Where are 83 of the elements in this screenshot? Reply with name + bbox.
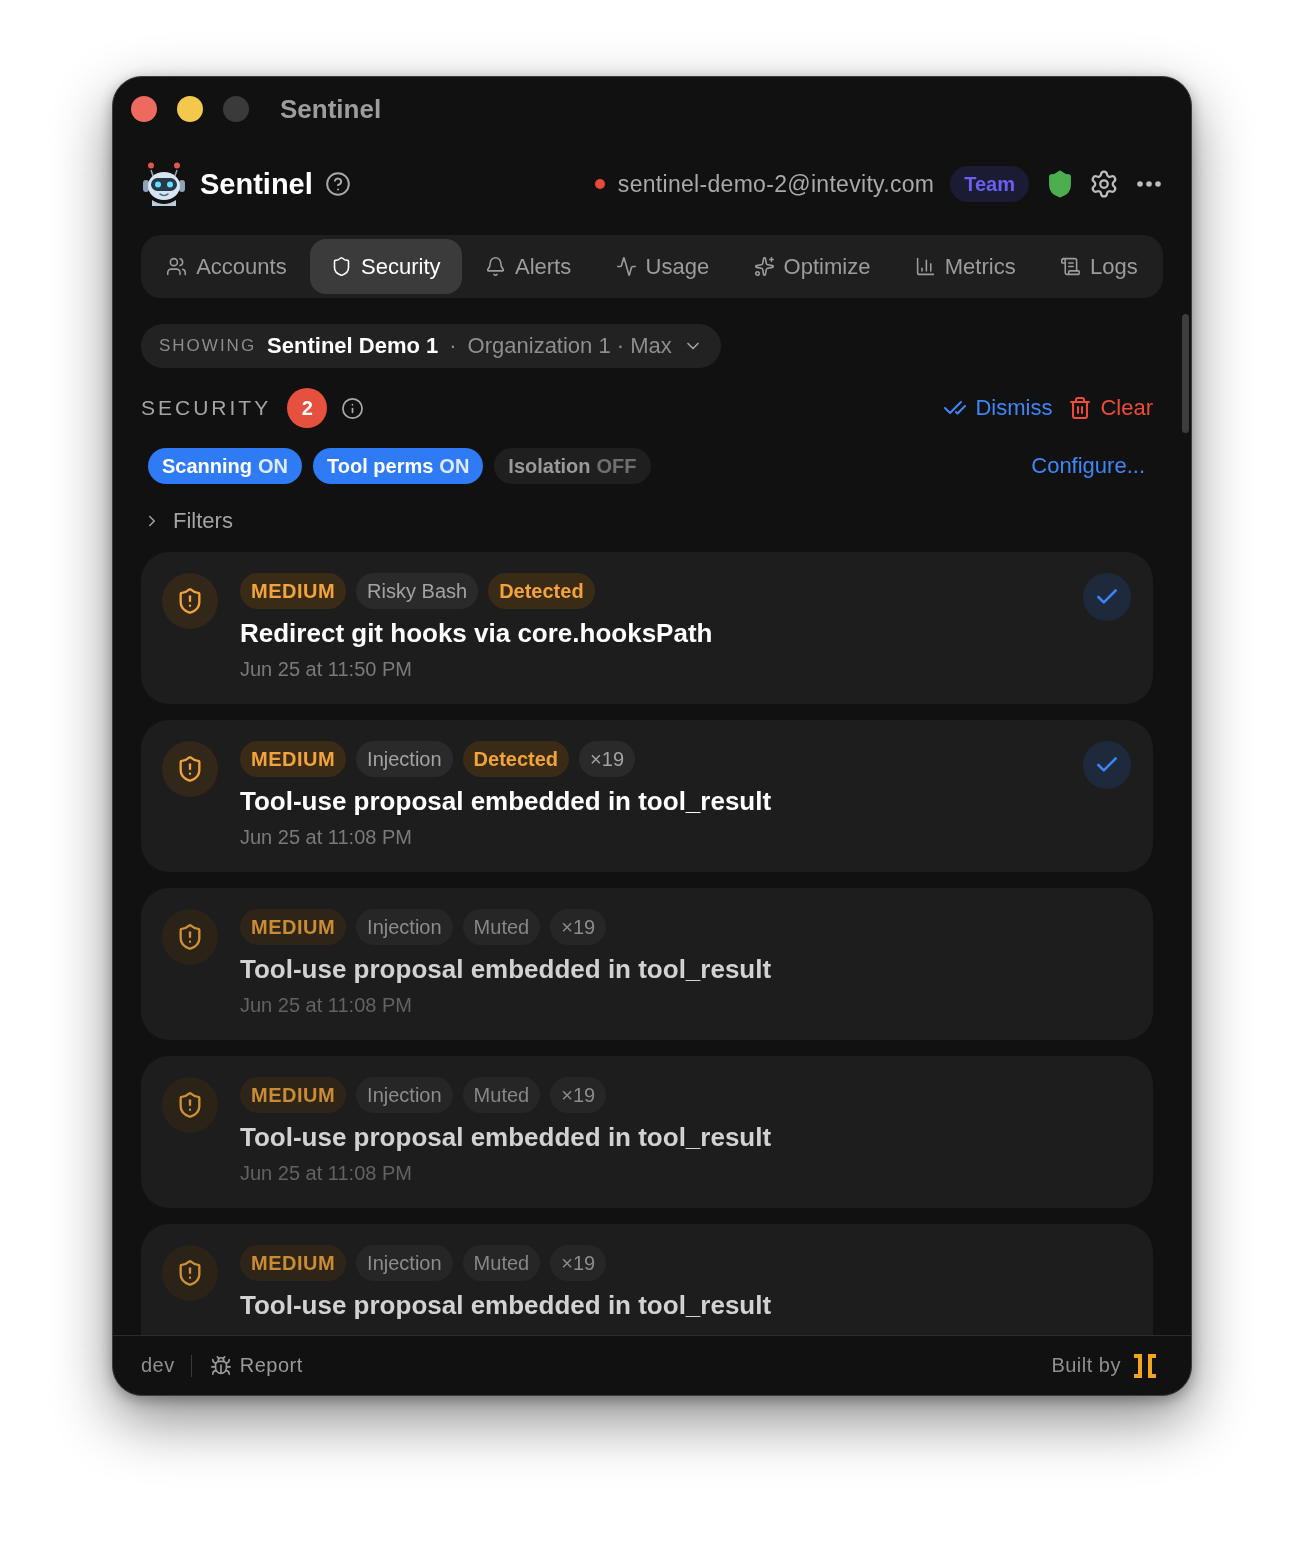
severity-badge: MEDIUM xyxy=(240,909,347,945)
toggle-pill[interactable]: Scanning ON xyxy=(148,448,302,484)
help-button[interactable] xyxy=(324,171,351,197)
acknowledge-button[interactable] xyxy=(1083,573,1131,621)
alert-card[interactable]: MEDIUM Injection Muted ×19 Tool-use proposal embedded in tool_result Jun 25 at 11:08 PM xyxy=(141,888,1153,1040)
category-tag: Injection xyxy=(356,1077,453,1113)
scrollbar-thumb[interactable] xyxy=(1182,314,1189,433)
tab[interactable]: Logs xyxy=(1038,239,1159,294)
status-dot-icon xyxy=(594,179,605,189)
window-title: Sentinel xyxy=(280,93,382,125)
status-tag: Detected xyxy=(462,741,570,777)
configure-link[interactable]: Configure... xyxy=(1031,453,1145,479)
tab[interactable]: Alerts xyxy=(463,239,593,294)
account-email: sentinel-demo-2@intevity.com xyxy=(617,170,935,198)
plan-badge: Team xyxy=(950,166,1029,202)
info-icon xyxy=(341,396,365,420)
sparkles-icon xyxy=(753,256,775,277)
bell-icon xyxy=(484,256,506,277)
count-badge: ×19 xyxy=(579,741,636,777)
alert-time: Jun 25 at 11:08 PM xyxy=(240,1161,413,1186)
alert-time: Jun 25 at 11:08 PM xyxy=(240,825,413,850)
close-window-button[interactable] xyxy=(131,96,157,122)
toggle-pill[interactable]: Isolation OFF xyxy=(494,448,651,484)
count-badge: ×19 xyxy=(550,909,607,945)
clear-button[interactable]: Clear xyxy=(1068,395,1153,421)
alert-title: Redirect git hooks via core.hooksPath xyxy=(240,617,714,649)
category-tag: Injection xyxy=(356,741,453,777)
alert-time: Jun 25 at 11:08 PM xyxy=(240,993,413,1018)
count-badge: 2 xyxy=(287,388,328,428)
alert-title: Tool-use proposal embedded in tool_result xyxy=(240,785,773,817)
acknowledge-button[interactable] xyxy=(1083,741,1131,789)
alert-card[interactable]: MEDIUM Injection Muted ×19 Tool-use proposal embedded in tool_result xyxy=(141,1224,1153,1335)
dismiss-button[interactable]: Dismiss xyxy=(943,395,1053,421)
alert-card[interactable]: MEDIUM Risky Bash Detected Redirect git hooks via core.hooksPath Jun 25 at 11:50 PM xyxy=(141,552,1153,704)
shield-alert-icon xyxy=(162,573,218,629)
tab[interactable]: Metrics xyxy=(893,239,1037,294)
severity-badge: MEDIUM xyxy=(240,573,347,609)
scope-dropdown[interactable]: SHOWING Sentinel Demo 1 · Organization 1 · Max xyxy=(141,324,721,368)
status-tag: Muted xyxy=(462,1245,541,1281)
toggle-pill[interactable]: Tool perms ON xyxy=(313,448,484,484)
alert-title: Tool-use proposal embedded in tool_result xyxy=(240,1289,773,1321)
category-tag: Injection xyxy=(356,909,453,945)
bug-icon xyxy=(209,1354,232,1377)
shield-alert-icon xyxy=(162,741,218,797)
built-by-label: Built by xyxy=(1051,1354,1121,1377)
count-badge: ×19 xyxy=(550,1245,607,1281)
users-icon xyxy=(166,256,188,277)
tab[interactable]: Accounts xyxy=(145,239,308,294)
settings-button[interactable] xyxy=(1089,169,1119,199)
alert-card[interactable]: MEDIUM Injection Muted ×19 Tool-use proposal embedded in tool_result Jun 25 at 11:08 PM xyxy=(141,1056,1153,1208)
help-icon xyxy=(324,171,351,197)
category-tag: Risky Bash xyxy=(356,573,479,609)
scroll-icon xyxy=(1060,256,1082,277)
environment-label: dev xyxy=(141,1354,175,1377)
bracket-logo-icon xyxy=(1133,1352,1157,1379)
category-tag: Injection xyxy=(356,1245,453,1281)
trash-icon xyxy=(1068,396,1093,420)
alert-title: Tool-use proposal embedded in tool_result xyxy=(240,1121,773,1153)
app-name: Sentinel xyxy=(200,167,313,201)
robot-icon xyxy=(142,162,186,206)
alert-time: Jun 25 at 11:50 PM xyxy=(240,657,413,682)
alert-title: Tool-use proposal embedded in tool_result xyxy=(240,953,773,985)
alert-card[interactable]: MEDIUM Injection Detected ×19 Tool-use proposal embedded in tool_result Jun 25 at 11:08 PM xyxy=(141,720,1153,872)
severity-badge: MEDIUM xyxy=(240,1245,347,1281)
count-badge: ×19 xyxy=(550,1077,607,1113)
severity-badge: MEDIUM xyxy=(240,1077,347,1113)
status-tag: Muted xyxy=(462,909,541,945)
more-button[interactable] xyxy=(1137,181,1161,187)
info-button[interactable] xyxy=(341,396,365,420)
status-tag: Detected xyxy=(488,573,595,609)
tab[interactable]: Usage xyxy=(594,239,731,294)
pulse-icon xyxy=(615,256,637,277)
tab[interactable]: Security xyxy=(309,239,462,294)
filters-toggle[interactable]: Filters xyxy=(141,506,233,536)
report-button[interactable]: Report xyxy=(209,1354,303,1377)
severity-badge: MEDIUM xyxy=(240,741,347,777)
tab[interactable]: Optimize xyxy=(732,239,892,294)
bar-chart-icon xyxy=(914,256,936,277)
minimize-window-button[interactable] xyxy=(177,96,203,122)
more-icon xyxy=(1137,181,1161,187)
section-heading: SECURITY xyxy=(141,396,272,420)
settings-icon xyxy=(1089,169,1119,199)
status-tag: Muted xyxy=(462,1077,541,1113)
